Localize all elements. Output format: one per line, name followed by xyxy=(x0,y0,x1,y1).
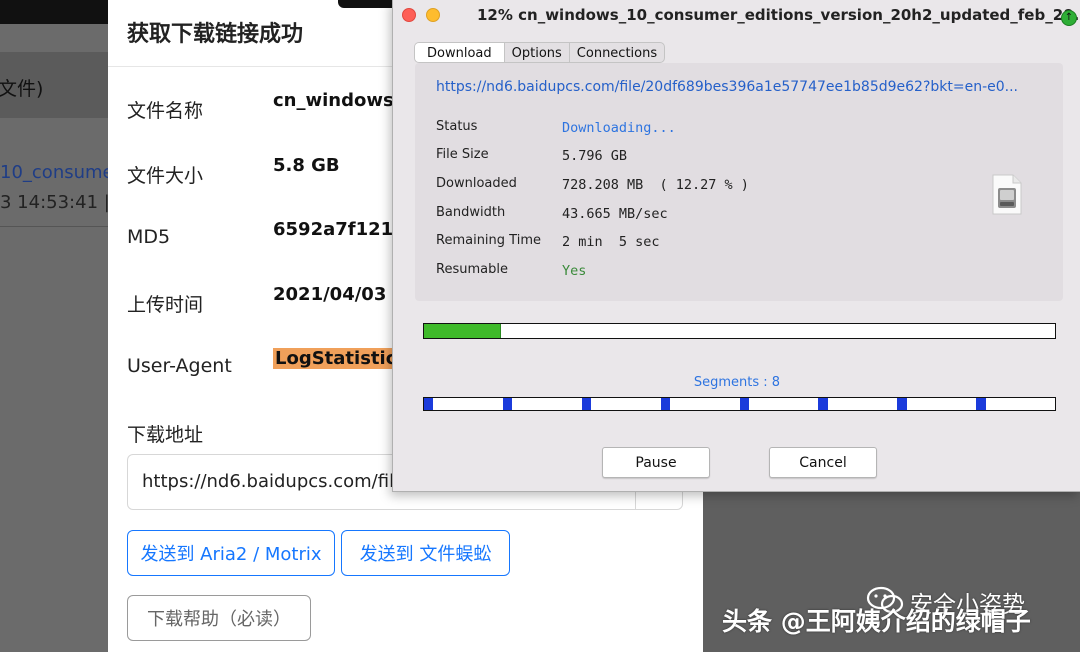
user-agent-label: User-Agent xyxy=(127,355,232,377)
segment-progress-mark xyxy=(739,398,749,410)
background-band-text: 文件) xyxy=(0,78,44,100)
segment-progress-mark xyxy=(502,398,513,410)
md5-value: 6592a7f121f xyxy=(273,219,402,240)
file-name-value: cn_windows_ xyxy=(273,90,403,111)
file-name-label: 文件名称 xyxy=(127,100,204,122)
file-size-label: 文件大小 xyxy=(127,165,204,187)
tab-options[interactable]: Options xyxy=(505,43,570,62)
file-size-info-value: 5.796 GB xyxy=(562,148,628,164)
remaining-time-value: 2 min 5 sec xyxy=(562,234,660,250)
upload-time-value: 2021/04/03 1 xyxy=(273,284,406,305)
background-topbar xyxy=(0,0,108,24)
minimize-icon[interactable] xyxy=(426,8,440,22)
download-manager-window: 12% cn_windows_10_consumer_editions_vers… xyxy=(392,0,1080,492)
disk-image-icon xyxy=(992,174,1022,215)
pause-button[interactable]: Pause xyxy=(602,447,710,478)
segment-progress-mark xyxy=(660,398,671,410)
download-progress-fill xyxy=(424,324,502,338)
download-url-text: https://nd6.baidupcs.com/file xyxy=(142,471,406,492)
downloaded-value: 728.208 MB ( 12.27 % ) xyxy=(562,177,749,193)
upload-time-label: 上传时间 xyxy=(127,294,204,316)
window-title: 12% cn_windows_10_consumer_editions_vers… xyxy=(477,6,1080,24)
background-divider xyxy=(0,226,108,227)
close-icon[interactable] xyxy=(402,8,416,22)
resumable-value: Yes xyxy=(562,263,587,279)
download-url-label: 下载地址 xyxy=(127,424,204,446)
bandwidth-value: 43.665 MB/sec xyxy=(562,206,668,222)
send-to-wenjianwugong-button[interactable]: 发送到 文件蜈蚣 xyxy=(341,530,510,576)
segments-label: Segments : 8 xyxy=(693,375,781,390)
download-progress-bar xyxy=(423,323,1056,339)
download-info-panel: https://nd6.baidupcs.com/file/20df689bes… xyxy=(415,63,1063,301)
segment-progress-mark xyxy=(976,398,986,410)
segment-progress-mark xyxy=(424,398,434,410)
download-url-link[interactable]: https://nd6.baidupcs.com/file/20df689bes… xyxy=(436,79,1018,95)
dialog-top-edge xyxy=(338,0,398,8)
user-agent-value: LogStatistic xyxy=(273,348,399,369)
file-size-value: 5.8 GB xyxy=(273,155,340,176)
dialog-title: 获取下载链接成功 xyxy=(127,22,304,47)
tab-bar: Download Options Connections xyxy=(414,42,666,63)
background-file-time: 3 14:53:41 | xyxy=(0,192,108,213)
md5-label: MD5 xyxy=(127,226,171,248)
status-value: Downloading... xyxy=(562,120,676,136)
download-help-button[interactable]: 下载帮助（必读） xyxy=(127,595,311,641)
downloaded-label: Downloaded xyxy=(436,176,517,191)
status-label: Status xyxy=(436,119,478,134)
segments-bar xyxy=(423,397,1056,411)
segment-progress-mark xyxy=(581,398,592,410)
background-file-header: 文件) xyxy=(0,52,108,118)
tab-connections[interactable]: Connections xyxy=(570,43,664,62)
send-to-aria2-button[interactable]: 发送到 Aria2 / Motrix xyxy=(127,530,335,576)
background-file-link[interactable]: 10_consume xyxy=(0,162,108,183)
tab-download[interactable]: Download xyxy=(415,43,505,62)
background-page: 文件) 10_consume 3 14:53:41 | xyxy=(0,0,108,652)
green-arrow-icon: ↑ xyxy=(1061,10,1077,26)
bandwidth-label: Bandwidth xyxy=(436,205,506,220)
resumable-label: Resumable xyxy=(436,262,508,277)
remaining-time-label: Remaining Time xyxy=(436,233,541,248)
segment-progress-mark xyxy=(818,398,828,410)
segment-progress-mark xyxy=(897,398,907,410)
file-size-info-label: File Size xyxy=(436,147,489,162)
cancel-button[interactable]: Cancel xyxy=(769,447,877,478)
window-titlebar[interactable]: 12% cn_windows_10_consumer_editions_vers… xyxy=(393,0,1080,32)
watermark-author: 头条 @王阿姨介绍的绿帽子 xyxy=(722,607,1031,636)
